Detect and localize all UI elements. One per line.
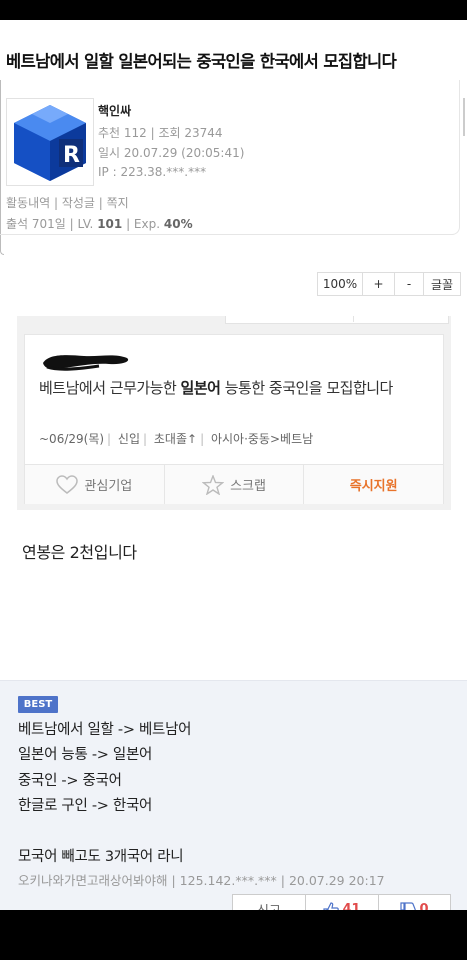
comment-actions: 신고 41 0 <box>232 894 451 910</box>
best-badge: BEST <box>18 696 58 713</box>
thumbs-up-icon <box>323 901 340 910</box>
font-size-decrease-button[interactable]: - <box>394 272 424 296</box>
dislike-button[interactable]: 0 <box>378 894 451 910</box>
thumbs-down-icon <box>400 901 417 910</box>
recommend-view-count: 추천 112 | 조회 23744 <box>98 126 223 140</box>
job-title-post: 능통한 중국인을 모집합니다 <box>220 379 394 397</box>
attendance-text: 출석 701일 | LV. <box>6 217 94 231</box>
svg-text:R: R <box>63 143 80 168</box>
font-family-button[interactable]: 글꼴 <box>423 272 461 296</box>
job-career: 신입 <box>117 432 141 446</box>
redaction-scribble <box>43 355 129 371</box>
job-action-bar: 관심기업 스크랩 즉시지원 <box>25 464 443 504</box>
job-title-highlight: 일본어 <box>180 379 221 397</box>
font-size-increase-button[interactable]: + <box>362 272 395 296</box>
job-deadline: ~06/29(목) <box>39 432 105 446</box>
level-value: 101 <box>97 217 123 231</box>
font-size-reset-button[interactable]: 100% <box>317 272 363 296</box>
post-page: 베트남에서 일할 일본어되는 중국인을 한국에서 모집합니다 R 핵인싸 추천 … <box>0 20 467 910</box>
scrap-label: 스크랩 <box>230 479 266 494</box>
job-posting-image: 베트남에서 근무가능한 일본어 능통한 중국인을 모집합니다 ~06/29(목)… <box>17 316 451 510</box>
post-body-text: 연봉은 2천입니다 <box>22 543 137 562</box>
comment-line: 베트남에서 일할 -> 베트남어 <box>18 722 192 738</box>
author-activity-links[interactable]: 활동내역 | 작성글 | 쪽지 <box>6 194 129 211</box>
comment-line: 모국어 빼고도 3개국어 라니 <box>18 849 184 865</box>
exp-value: 40% <box>163 217 193 231</box>
job-education: 초대졸↑ <box>153 432 198 446</box>
post-title: 베트남에서 일할 일본어되는 중국인을 한국에서 모집합니다 <box>6 52 397 71</box>
comment-line: 중국인 -> 중국어 <box>18 773 122 789</box>
like-button[interactable]: 41 <box>305 894 379 910</box>
post-date: 일시 20.07.29 (20:05:41) <box>98 146 245 160</box>
partial-card <box>225 316 449 324</box>
comment-line: 한글로 구인 -> 한국어 <box>18 798 153 814</box>
job-card: 베트남에서 근무가능한 일본어 능통한 중국인을 모집합니다 ~06/29(목)… <box>24 334 444 504</box>
author-avatar[interactable]: R <box>6 98 94 186</box>
author-stats: 출석 701일 | LV. 101 | Exp. 40% <box>6 215 193 232</box>
heart-icon <box>56 474 79 494</box>
apply-now-button: 즉시지원 <box>349 479 398 494</box>
comment-meta: 오키나와가면고래상어봐야해 | 125.142.***.*** | 20.07.… <box>18 873 385 888</box>
job-title: 베트남에서 근무가능한 일본어 능통한 중국인을 모집합니다 <box>39 377 431 399</box>
author-ip: IP : 223.38.***.*** <box>98 165 207 179</box>
job-title-pre: 베트남에서 근무가능한 <box>39 379 181 397</box>
scrap-button: 스크랩 <box>165 465 305 504</box>
star-icon <box>202 474 225 495</box>
job-meta: ~06/29(목) | 신입 | 초대졸↑ | 아시아·중동>베트남 <box>39 432 314 446</box>
report-button[interactable]: 신고 <box>232 894 306 910</box>
job-location: 아시아·중동>베트남 <box>210 432 314 446</box>
scrollbar[interactable] <box>463 98 465 136</box>
interest-company-button: 관심기업 <box>25 465 165 504</box>
dislike-count: 0 <box>419 901 429 911</box>
exp-label: | Exp. <box>126 217 161 231</box>
font-size-toolbar: 100% + - 글꼴 <box>317 272 461 296</box>
author-name[interactable]: 핵인싸 <box>98 102 131 119</box>
comment-line: 일본어 능통 -> 일본어 <box>18 747 153 763</box>
best-comment: BEST 베트남에서 일할 -> 베트남어 일본어 능통 -> 일본어 중국인 … <box>0 680 467 910</box>
partial-card-divider <box>353 316 354 322</box>
level-cube-icon: R <box>14 105 86 181</box>
interest-company-label: 관심기업 <box>84 479 133 494</box>
like-count: 41 <box>342 901 361 911</box>
